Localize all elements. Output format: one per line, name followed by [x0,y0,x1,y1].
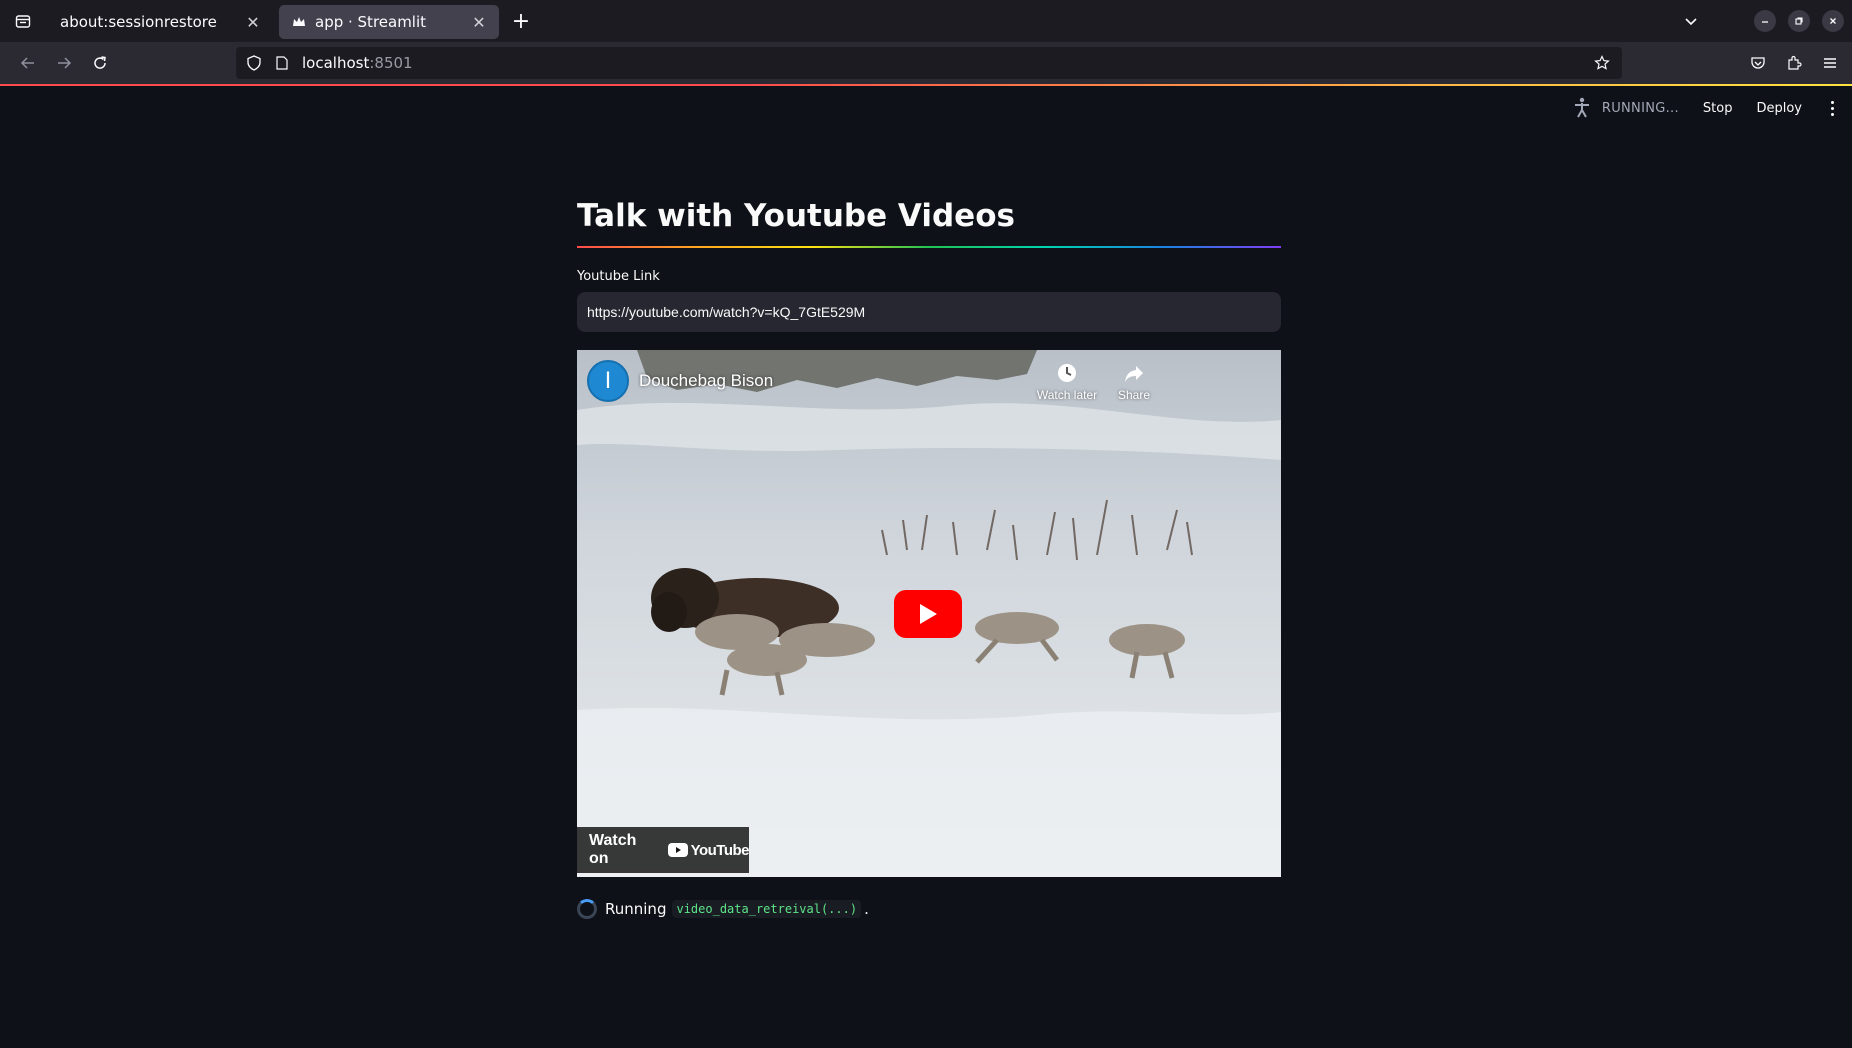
browser-navbar: localhost:8501 [0,42,1852,84]
address-bar[interactable]: localhost:8501 [236,47,1622,79]
spinner-icon [577,899,597,919]
watch-later-button[interactable]: Watch later [1032,362,1102,402]
status-trailing: . [864,900,869,918]
pocket-icon[interactable] [1740,45,1776,81]
reload-icon[interactable] [82,45,118,81]
close-icon[interactable]: ✕ [243,12,263,32]
youtube-wordmark: YouTube [690,841,750,859]
toolbar-right [1740,42,1852,84]
watch-on-youtube-button[interactable]: Watch on YouTube [577,827,750,873]
new-tab-button[interactable]: + [501,4,541,38]
restore-button[interactable] [1788,10,1810,32]
extensions-icon[interactable] [1776,45,1812,81]
youtube-logo: YouTube [667,841,750,859]
running-label: Running [605,900,667,918]
youtube-embed[interactable]: I Douchebag Bison Watch later Share Watc… [577,350,1281,877]
channel-avatar[interactable]: I [587,360,629,402]
play-icon [920,604,937,624]
watch-on-label: Watch on [589,832,637,867]
running-man-icon [1570,96,1594,120]
window-controls [1674,0,1852,42]
running-indicator: RUNNING... [1570,96,1679,120]
clock-icon [1058,364,1076,382]
page-icon[interactable] [268,47,296,79]
back-arrow-icon[interactable] [10,45,46,81]
chevron-down-icon[interactable] [1674,0,1708,42]
close-window-button[interactable] [1822,10,1844,32]
tab-sessionrestore[interactable]: about:sessionrestore ✕ [48,5,273,39]
minimize-button[interactable] [1754,10,1776,32]
video-title[interactable]: Douchebag Bison [639,371,773,391]
main-menu-icon[interactable] [1824,100,1840,116]
streamlit-header: RUNNING... Stop Deploy [1570,86,1852,130]
share-button[interactable]: Share [1099,362,1169,402]
streamlit-crown-icon [291,14,307,30]
share-arrow-icon [1125,366,1143,382]
tab-label: app · Streamlit [315,13,427,31]
stop-button[interactable]: Stop [1703,101,1733,116]
channel-header[interactable]: I Douchebag Bison [587,360,773,402]
youtube-link-label: Youtube Link [577,269,660,284]
title-divider [577,246,1281,248]
deploy-button[interactable]: Deploy [1756,101,1802,116]
tab-label: about:sessionrestore [60,13,217,31]
watch-later-label: Watch later [1036,388,1098,402]
url-host: localhost [302,54,370,72]
url-port: :8501 [369,54,413,72]
running-status-text: RUNNING... [1601,100,1679,116]
share-label: Share [1117,388,1151,402]
page-title: Talk with Youtube Videos [577,198,1015,234]
shield-icon[interactable] [240,47,268,79]
status-running: Running video_data_retreival(...) . [577,899,869,919]
tab-streamlit-app[interactable]: app · Streamlit ✕ [279,5,499,39]
browser-tabstrip: about:sessionrestore ✕ app · Streamlit ✕… [0,0,1852,42]
url-text[interactable]: localhost:8501 [302,54,413,72]
youtube-link-input[interactable] [577,292,1281,332]
bookmark-star-icon[interactable] [1588,47,1616,79]
youtube-play-icon [667,843,688,857]
play-button[interactable] [894,590,962,638]
forward-arrow-icon[interactable] [46,45,82,81]
tab-list-icon[interactable] [0,0,46,42]
streamlit-app: RUNNING... Stop Deploy Talk with Youtube… [0,86,1852,1048]
function-name: video_data_retreival(...) [672,900,862,918]
close-icon[interactable]: ✕ [469,12,489,32]
hamburger-menu-icon[interactable] [1812,45,1848,81]
